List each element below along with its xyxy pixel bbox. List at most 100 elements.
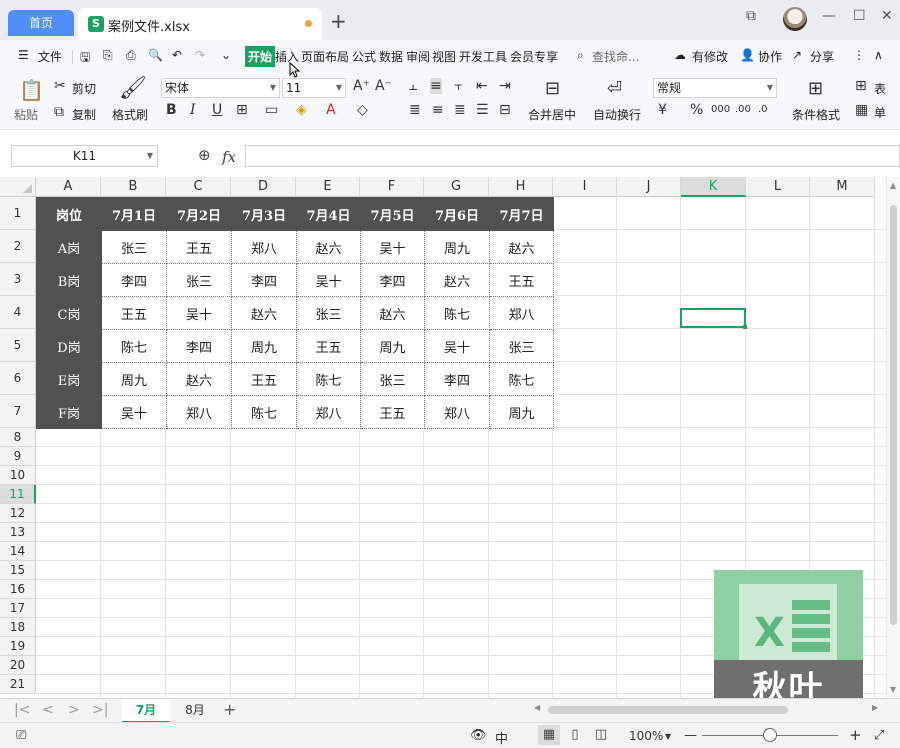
format-painter-button[interactable]: 格式刷	[112, 106, 148, 123]
normal-view-icon[interactable]: ▦	[538, 725, 560, 745]
table-cell[interactable]: 张三	[489, 329, 554, 363]
zoom-slider-thumb[interactable]	[763, 728, 777, 742]
wrap-text-button[interactable]: 自动换行	[593, 106, 641, 123]
table-header-cell[interactable]: 7月1日	[101, 197, 167, 231]
column-header-k[interactable]: K	[681, 177, 746, 197]
paste-button[interactable]: 粘贴	[14, 106, 38, 123]
justify-icon[interactable]: ☰	[476, 102, 489, 118]
increase-decimal-icon[interactable]: .00	[735, 104, 751, 115]
cell-style-button[interactable]: 单	[874, 104, 886, 121]
row-header-13[interactable]: 13	[0, 523, 36, 542]
row-header-21[interactable]: 21	[0, 675, 36, 694]
first-sheet-icon[interactable]: |<	[14, 702, 30, 718]
position-cell[interactable]: E岗	[36, 362, 102, 396]
table-cell[interactable]: 张三	[101, 230, 167, 264]
column-header-a[interactable]: A	[36, 177, 101, 197]
copy-button[interactable]: 复制	[72, 106, 96, 123]
column-header-f[interactable]: F	[360, 177, 424, 197]
sheet-tab-july[interactable]: 7月	[122, 699, 170, 723]
close-icon[interactable]: ✕	[881, 8, 893, 24]
row-header-8[interactable]: 8	[0, 428, 36, 447]
table-cell[interactable]: 王五	[166, 230, 232, 264]
table-cell[interactable]: 吴十	[166, 296, 232, 330]
menu-home[interactable]: 开始	[245, 46, 276, 67]
table-header-cell[interactable]: 7月3日	[231, 197, 297, 231]
table-header-cell[interactable]: 7月7日	[489, 197, 554, 231]
eye-protect-icon[interactable]: 👁	[470, 728, 487, 743]
table-cell[interactable]: 陈七	[489, 362, 554, 396]
column-header-j[interactable]: J	[617, 177, 681, 197]
vertical-scroll-thumb[interactable]	[890, 205, 897, 625]
collapse-ribbon-icon[interactable]: ∧	[874, 48, 883, 62]
row-header-2[interactable]: 2	[0, 230, 36, 263]
table-cell[interactable]: 王五	[231, 362, 297, 396]
table-cell[interactable]: 张三	[166, 263, 232, 297]
column-header-e[interactable]: E	[296, 177, 360, 197]
row-header-3[interactable]: 3	[0, 263, 36, 296]
horizontal-scroll-thumb[interactable]	[548, 706, 788, 714]
input-lang[interactable]: 中	[495, 728, 508, 747]
table-header-cell[interactable]: 7月4日	[296, 197, 361, 231]
table-cell[interactable]: 陈七	[424, 296, 490, 330]
formula-input[interactable]	[245, 145, 900, 167]
share-button[interactable]: 分享	[810, 48, 834, 65]
table-cell[interactable]: 李四	[231, 263, 297, 297]
table-cell[interactable]: 周九	[231, 329, 297, 363]
align-top-icon[interactable]: ⫠	[409, 78, 417, 94]
table-cell[interactable]: 周九	[424, 230, 490, 264]
print-preview-icon[interactable]: 🔍	[148, 48, 163, 62]
row-header-9[interactable]: 9	[0, 447, 36, 466]
table-cell[interactable]: 赵六	[424, 263, 490, 297]
italic-icon[interactable]: I	[190, 102, 196, 118]
export-icon[interactable]: ⎘	[103, 48, 113, 63]
hamburger-icon[interactable]: ☰	[18, 48, 29, 62]
sheet-tab-august[interactable]: 8月	[171, 699, 219, 723]
position-cell[interactable]: F岗	[36, 395, 102, 429]
page-break-view-icon[interactable]: ◫	[590, 725, 612, 745]
table-cell[interactable]: 周九	[101, 362, 167, 396]
table-cell[interactable]: 周九	[360, 329, 425, 363]
avatar[interactable]	[783, 7, 807, 31]
currency-icon[interactable]: ¥	[658, 102, 667, 118]
table-cell[interactable]: 郑八	[296, 395, 361, 429]
row-header-5[interactable]: 5	[0, 329, 36, 362]
indent-decrease-icon[interactable]: ⇤	[476, 78, 488, 94]
menu-member[interactable]: 会员专享	[510, 48, 558, 65]
thousands-icon[interactable]: 000	[711, 104, 730, 115]
macro-icon[interactable]: ⎚	[16, 728, 26, 743]
table-cell[interactable]: 陈七	[231, 395, 297, 429]
align-center-icon[interactable]: ≡	[432, 102, 444, 118]
align-middle-icon[interactable]: ≡	[430, 78, 442, 94]
table-cell[interactable]: 陈七	[296, 362, 361, 396]
table-cell[interactable]: 李四	[101, 263, 167, 297]
vertical-scrollbar[interactable]: ▲ ▼	[886, 177, 900, 698]
table-cell[interactable]: 李四	[424, 362, 490, 396]
table-cell[interactable]: 郑八	[231, 230, 297, 264]
row-header-20[interactable]: 20	[0, 656, 36, 675]
table-cell[interactable]: 王五	[101, 296, 167, 330]
row-header-7[interactable]: 7	[0, 395, 36, 428]
select-all-corner[interactable]	[0, 177, 36, 197]
table-cell[interactable]: 吴十	[360, 230, 425, 264]
table-cell[interactable]: 郑八	[424, 395, 490, 429]
table-header-cell[interactable]: 岗位	[36, 197, 102, 231]
column-header-m[interactable]: M	[810, 177, 875, 197]
column-header-l[interactable]: L	[746, 177, 810, 197]
table-cell[interactable]: 赵六	[489, 230, 554, 264]
page-layout-view-icon[interactable]: ▯	[564, 725, 586, 745]
menu-file[interactable]: 文件	[38, 48, 62, 65]
font-color-icon[interactable]: A	[326, 102, 336, 118]
save-icon[interactable]: 🖫	[80, 48, 90, 69]
row-header-18[interactable]: 18	[0, 618, 36, 637]
number-format-select[interactable]: 常规 ▼	[653, 78, 777, 98]
cut-button[interactable]: 剪切	[72, 80, 96, 97]
table-header-cell[interactable]: 7月6日	[424, 197, 490, 231]
font-size-select[interactable]: 11 ▼	[282, 78, 346, 98]
add-sheet-button[interactable]: +	[223, 700, 236, 719]
table-cell[interactable]: 吴十	[101, 395, 167, 429]
collab-button[interactable]: 协作	[758, 48, 782, 65]
table-cell[interactable]: 王五	[489, 263, 554, 297]
chevron-down-icon[interactable]: ▼	[665, 732, 671, 741]
scroll-left-icon[interactable]: ◀	[534, 703, 540, 712]
row-header-11[interactable]: 11	[0, 485, 36, 504]
